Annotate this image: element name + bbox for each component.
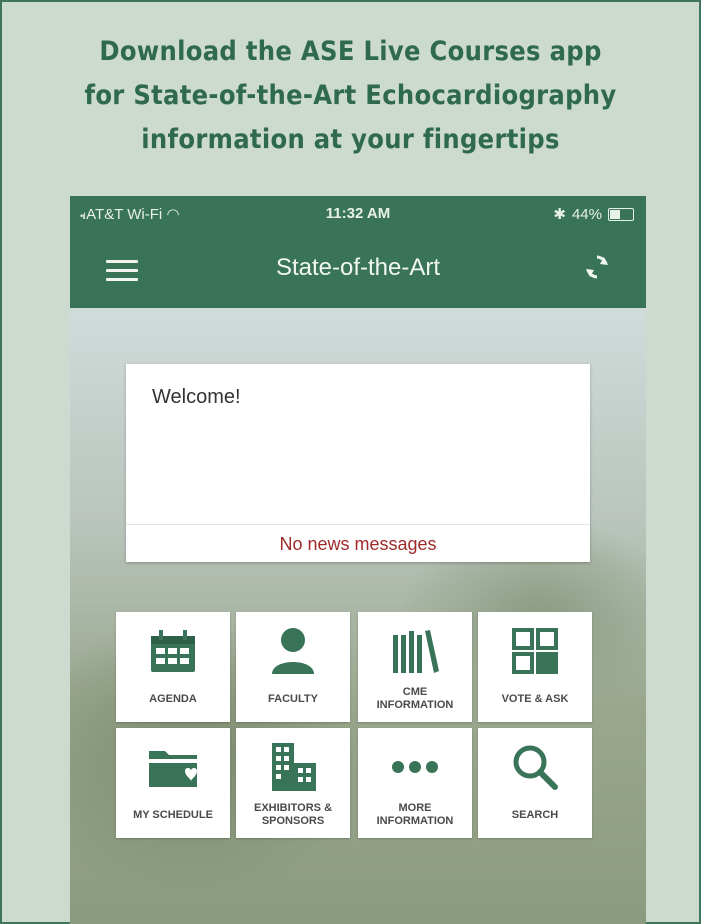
phone-screenshot: •ıl AT&T Wi-Fi ◠ 11:32 AM ✱ 44% State-of… <box>70 196 646 924</box>
tile-label: MY SCHEDULE <box>133 808 213 821</box>
tile-label: SEARCH <box>511 808 559 821</box>
app-title: State-of-the-Art <box>275 254 441 281</box>
search-icon <box>513 745 558 790</box>
books-icon <box>393 630 439 673</box>
no-news-message: No news messages <box>279 534 437 554</box>
app-navbar: State-of-the-Art <box>70 232 646 308</box>
grid-icon <box>512 628 558 674</box>
headline-line-1: Download the ASE Live Courses app <box>99 36 602 67</box>
status-bar: •ıl AT&T Wi-Fi ◠ 11:32 AM ✱ 44% <box>70 196 646 232</box>
tile-search[interactable]: SEARCH <box>478 728 592 838</box>
person-icon <box>272 628 314 674</box>
tile-label: FACULTY <box>268 692 318 705</box>
tile-cme-information[interactable]: CME INFORMATION <box>358 612 472 722</box>
sync-icon[interactable] <box>582 252 612 282</box>
tile-more-information[interactable]: MORE INFORMATION <box>358 728 472 838</box>
bluetooth-icon: ✱ <box>553 206 566 223</box>
tile-label: MORE INFORMATION <box>376 802 454 827</box>
welcome-card: Welcome! No news messages <box>126 364 590 562</box>
headline-line-3: information at your fingertips <box>141 124 560 155</box>
tile-label: CME INFORMATION <box>376 686 454 711</box>
tile-agenda[interactable]: AGENDA <box>116 612 230 722</box>
tile-my-schedule[interactable]: MY SCHEDULE <box>116 728 230 838</box>
tile-label: EXHIBITORS & SPONSORS <box>253 802 333 827</box>
buildings-icon <box>272 743 316 791</box>
calendar-icon <box>151 630 195 672</box>
tile-faculty[interactable]: FACULTY <box>236 612 350 722</box>
folder-heart-icon <box>149 751 197 787</box>
welcome-title: Welcome! <box>152 386 241 408</box>
battery-percent: 44% <box>571 205 602 223</box>
tile-label: VOTE & ASK <box>501 692 569 705</box>
tile-vote-ask[interactable]: VOTE & ASK <box>478 612 592 722</box>
headline-line-2: for State-of-the-Art Echocardiography <box>84 80 617 111</box>
more-dots-icon <box>392 761 438 773</box>
battery-indicator: ✱ 44% <box>553 205 634 223</box>
battery-icon <box>608 207 634 221</box>
card-divider <box>126 524 590 525</box>
tile-label: AGENDA <box>149 692 197 705</box>
tile-exhibitors-sponsors[interactable]: EXHIBITORS & SPONSORS <box>236 728 350 838</box>
promo-headline: Download the ASE Live Courses app for St… <box>0 30 701 162</box>
